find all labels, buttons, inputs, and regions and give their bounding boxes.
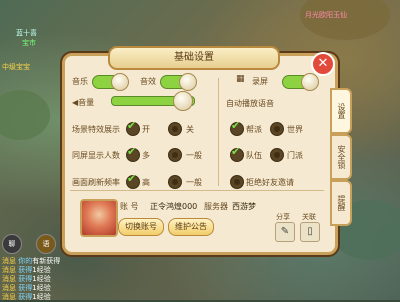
volume-slider[interactable]	[111, 91, 195, 111]
voice-sect-checkbox[interactable]	[270, 148, 284, 162]
tab-settings[interactable]: 设置	[330, 88, 352, 134]
voice-guild-checkbox[interactable]	[230, 119, 244, 136]
record-toggle[interactable]	[282, 73, 319, 91]
sfx-label: 音效	[140, 77, 156, 86]
maintenance-button[interactable]: 维护公告	[168, 218, 214, 236]
tab-reminder-label: 提醒	[337, 195, 346, 211]
normal2-label: 一般	[186, 178, 202, 187]
voice-team-label: 队伍	[246, 151, 262, 160]
panel-title: 基础设置	[108, 46, 280, 70]
npc-name[interactable]: 蓝十喜	[16, 28, 37, 38]
tab-security-lock[interactable]: 安全锁	[330, 134, 352, 180]
account-value: 正令鸿煌000	[150, 202, 198, 211]
toggle-knob	[179, 73, 197, 91]
roof-decoration	[300, 0, 390, 40]
high-label: 高	[142, 178, 150, 187]
tree-decoration	[0, 90, 50, 140]
section-divider	[70, 190, 324, 191]
npc-name-left[interactable]: 中级宝宝	[2, 62, 30, 72]
server-label: 服务器	[204, 202, 228, 211]
phone-icon[interactable]: ▯	[300, 222, 320, 242]
normal2-radio[interactable]	[168, 175, 182, 189]
share-label: 分享	[276, 213, 290, 221]
relate-label: 关联	[302, 213, 316, 221]
npc-title[interactable]: 宝市	[22, 38, 36, 48]
column-divider	[218, 78, 219, 186]
tab-reminder[interactable]: 提醒	[330, 180, 352, 226]
same-screen-label: 同屏显示人数	[72, 151, 120, 160]
chat-line: 消息 获得1经验	[2, 293, 51, 301]
record-label: 录屏	[252, 77, 268, 86]
voice-icon[interactable]: 语	[36, 234, 56, 254]
normal-label: 一般	[186, 151, 202, 160]
refuse-friend-checkbox[interactable]	[230, 175, 244, 189]
normal-radio[interactable]	[168, 148, 182, 162]
sfx-toggle[interactable]	[160, 73, 197, 91]
volume-slider-handle[interactable]	[172, 91, 193, 111]
many-radio[interactable]	[126, 145, 140, 162]
record-icon: ▦	[236, 74, 245, 84]
music-label: 音乐	[72, 77, 88, 86]
volume-label: ◀音量	[72, 98, 95, 107]
scene-off-label: 关	[186, 125, 194, 134]
toggle-knob	[301, 73, 319, 91]
refuse-friend-label: 拒绝好友邀请	[246, 178, 294, 187]
voice-guild-label: 帮派	[246, 125, 262, 134]
voice-world-label: 世界	[287, 125, 303, 134]
voice-world-checkbox[interactable]	[270, 122, 284, 136]
scene-off-radio[interactable]	[168, 122, 182, 136]
switch-account-button[interactable]: 切换账号	[118, 218, 164, 236]
scene-on-label: 开	[142, 125, 150, 134]
avatar	[80, 199, 118, 237]
tab-settings-label: 设置	[337, 103, 346, 119]
voice-team-checkbox[interactable]	[230, 145, 244, 162]
tab-security-label: 安全锁	[337, 145, 346, 169]
music-toggle[interactable]	[92, 73, 129, 91]
voice-title: 自动播放语音	[226, 99, 274, 108]
share-icon[interactable]: ✎	[275, 222, 295, 242]
server-value: 西游梦	[232, 202, 256, 211]
scene-on-radio[interactable]	[126, 119, 140, 136]
voice-sect-label: 门派	[287, 151, 303, 160]
scene-effects-label: 场景特效展示	[72, 125, 120, 134]
account-label: 账 号	[120, 202, 139, 211]
refresh-rate-label: 画面刷新频率	[72, 178, 120, 187]
close-button[interactable]: ✕	[311, 52, 335, 76]
many-label: 多	[142, 151, 150, 160]
toggle-knob	[111, 73, 129, 91]
chat-icon[interactable]: 聊	[2, 234, 22, 254]
high-radio[interactable]	[126, 172, 140, 189]
player-name[interactable]: 月光欧阳玉仙	[305, 10, 347, 20]
